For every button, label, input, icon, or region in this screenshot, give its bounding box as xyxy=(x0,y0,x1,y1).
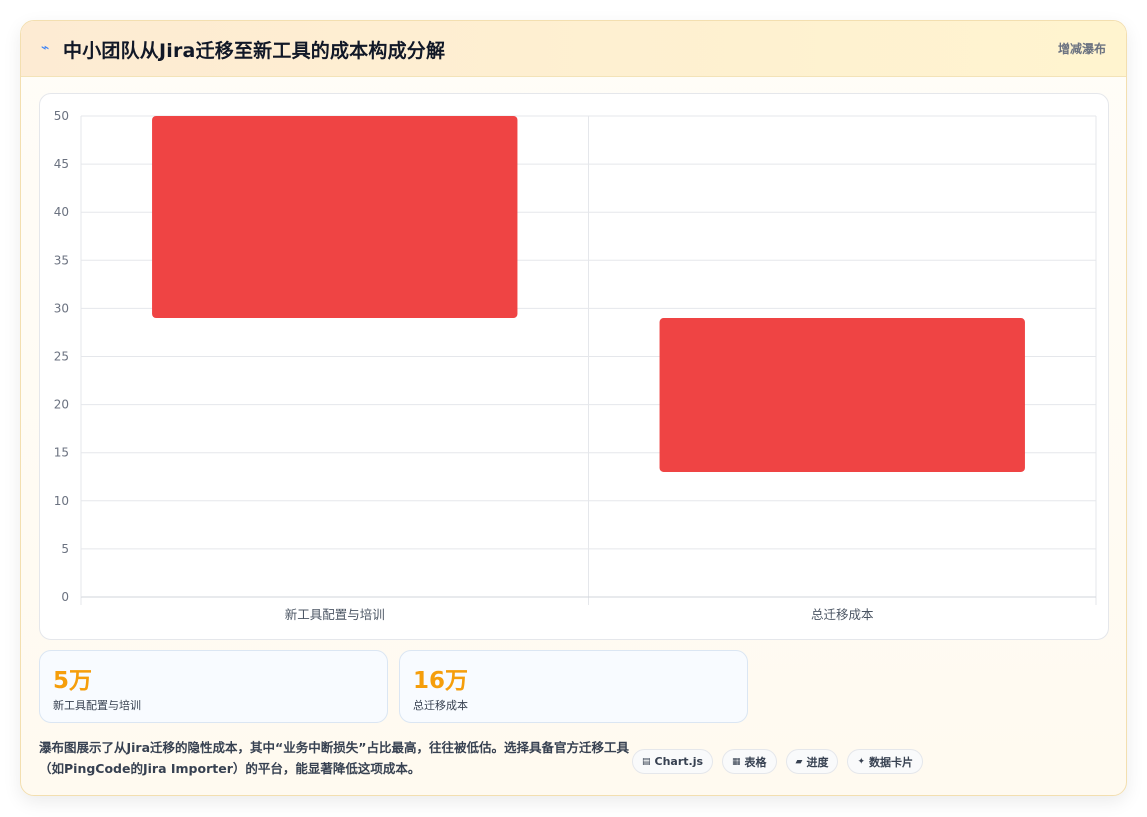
chart-description: 瀑布图展示了从Jira迁移的隐性成本，其中“业务中断损失”占比最高，往往被低估。… xyxy=(39,740,629,776)
stat-label: 新工具配置与培训 xyxy=(53,699,141,712)
stat-label: 总迁移成本 xyxy=(413,699,468,712)
stat-card-config: 5万 新工具配置与培训 xyxy=(39,650,388,723)
y-tick-label: 0 xyxy=(61,590,69,604)
x-tick-label: 新工具配置与培训 xyxy=(285,607,385,622)
y-tick-label: 10 xyxy=(54,494,69,508)
y-tick-label: 5 xyxy=(61,542,69,556)
chip-progress[interactable]: ▰ 进度 xyxy=(785,749,839,774)
y-tick-label: 20 xyxy=(54,398,69,412)
chip-table[interactable]: ▦ 表格 xyxy=(722,749,777,774)
chip-label: 表格 xyxy=(744,755,767,769)
chip-chartjs[interactable]: ▤ Chart.js xyxy=(632,749,714,774)
y-tick-label: 40 xyxy=(54,205,69,219)
trend-icon: ⌁ xyxy=(41,40,50,56)
card-header: ⌁ 中小团队从Jira迁移至新工具的成本构成分解 增减瀑布 xyxy=(21,21,1126,77)
stat-value: 16万 xyxy=(413,668,469,694)
chip-label: 数据卡片 xyxy=(869,755,914,769)
x-tick-label: 总迁移成本 xyxy=(811,607,874,622)
chart-icon: ▤ xyxy=(642,756,651,767)
chip-label: Chart.js xyxy=(654,755,704,768)
progress-icon: ▰ xyxy=(795,756,803,767)
waterfall-chart: 0 5 10 15 20 25 30 35 40 45 50 新工具配置与培训 总迁移成本 xyxy=(39,93,1109,640)
y-tick-label: 15 xyxy=(54,446,69,460)
chart-card: ⌁ 中小团队从Jira迁移至新工具的成本构成分解 增减瀑布 0 5 10 15 20 25… xyxy=(20,20,1127,796)
stat-value: 5万 xyxy=(53,668,93,694)
chip-label: 进度 xyxy=(806,755,829,769)
table-icon: ▦ xyxy=(732,756,741,767)
chip-data-card[interactable]: ✦ 数据卡片 xyxy=(847,749,924,774)
y-tick-label: 30 xyxy=(54,301,69,315)
y-tick-label: 50 xyxy=(54,109,69,123)
y-tick-label: 25 xyxy=(54,350,69,364)
waterfall-bar xyxy=(152,116,518,319)
chart-canvas: 0 5 10 15 20 25 30 35 40 45 50 新工具配置与培训 总迁移成本 xyxy=(54,109,1097,622)
waterfall-bar xyxy=(659,318,1025,472)
stat-card-total: 16万 总迁移成本 xyxy=(399,650,748,723)
page-title: 中小团队从Jira迁移至新工具的成本构成分解 xyxy=(63,40,446,62)
y-tick-label: 45 xyxy=(54,157,69,171)
y-tick-label: 35 xyxy=(54,253,69,267)
tag-list: ▤ Chart.js ▦ 表格 ▰ 进度 ✦ 数据卡片 xyxy=(632,749,924,774)
chart-type-badge: 增减瀑布 xyxy=(1057,42,1106,56)
sparkle-icon: ✦ xyxy=(857,756,866,767)
